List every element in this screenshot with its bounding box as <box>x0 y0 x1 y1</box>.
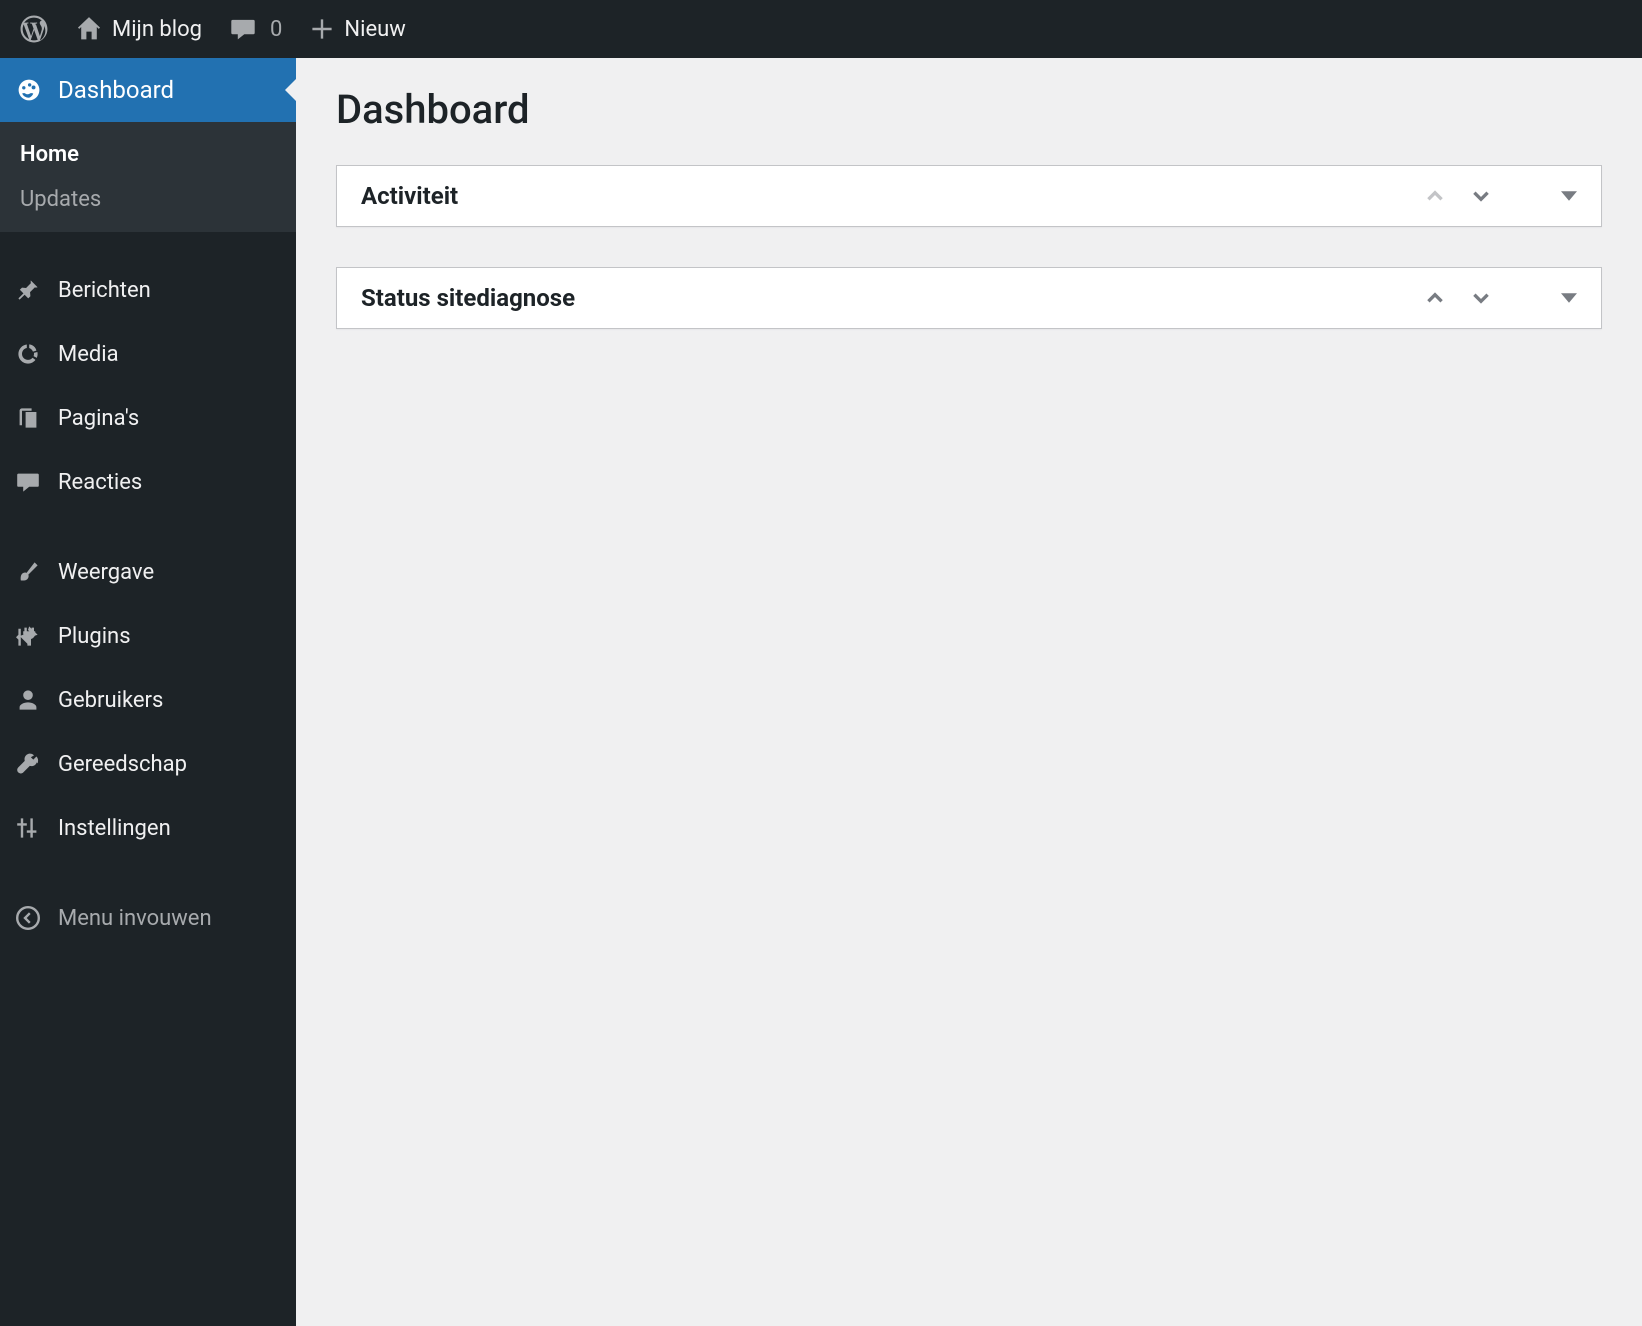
toggle-panel-button[interactable] <box>1555 284 1583 312</box>
sidebar-item-pages[interactable]: Pagina's <box>0 386 296 450</box>
move-down-button[interactable] <box>1467 284 1495 312</box>
site-name-link[interactable]: Mijn blog <box>62 0 216 58</box>
sidebar-item-posts[interactable]: Berichten <box>0 258 296 322</box>
postbox-title: Status sitediagnose <box>361 284 575 312</box>
collapse-menu-button[interactable]: Menu invouwen <box>0 886 296 950</box>
sidebar-item-users[interactable]: Gebruikers <box>0 668 296 732</box>
sidebar-item-label: Media <box>58 342 119 367</box>
postbox-title: Activiteit <box>361 182 458 210</box>
media-icon <box>16 342 52 366</box>
plus-icon <box>310 17 334 41</box>
main-content: Dashboard Activiteit Status sitediagnose <box>296 58 1642 1326</box>
sidebar-item-label: Plugins <box>58 624 131 649</box>
collapse-icon <box>16 906 52 930</box>
postbox-site-health: Status sitediagnose <box>336 267 1602 329</box>
wp-logo[interactable] <box>6 0 62 58</box>
pin-icon <box>16 278 52 302</box>
sidebar-item-plugins[interactable]: Plugins <box>0 604 296 668</box>
postbox-actions <box>1421 182 1583 210</box>
menu-separator <box>0 514 296 540</box>
sliders-icon <box>16 816 52 840</box>
comment-icon <box>230 16 256 42</box>
sidebar-item-label: Reacties <box>58 470 142 495</box>
toggle-panel-button[interactable] <box>1555 182 1583 210</box>
sidebar-item-tools[interactable]: Gereedschap <box>0 732 296 796</box>
sidebar-item-dashboard[interactable]: Dashboard <box>0 58 296 122</box>
home-icon <box>76 16 102 42</box>
admin-toolbar: Mijn blog 0 Nieuw <box>0 0 1642 58</box>
postbox-actions <box>1421 284 1583 312</box>
sidebar-item-label: Weergave <box>58 560 154 585</box>
move-up-button[interactable] <box>1421 284 1449 312</box>
plug-icon <box>16 624 52 648</box>
move-up-button <box>1421 182 1449 210</box>
new-content-label: Nieuw <box>344 17 405 42</box>
wordpress-icon <box>20 15 48 43</box>
dashboard-icon <box>16 77 52 103</box>
sidebar-item-label: Instellingen <box>58 816 171 841</box>
collapse-label: Menu invouwen <box>58 906 212 931</box>
brush-icon <box>16 560 52 584</box>
site-name: Mijn blog <box>112 17 202 42</box>
comments-link[interactable]: 0 <box>216 0 296 58</box>
comments-count: 0 <box>270 17 282 42</box>
wrench-icon <box>16 752 52 776</box>
user-icon <box>16 688 52 712</box>
admin-sidebar: Dashboard Home Updates Berichten Media P… <box>0 58 296 1326</box>
move-down-button[interactable] <box>1467 182 1495 210</box>
submenu-home[interactable]: Home <box>0 132 296 177</box>
sidebar-item-label: Pagina's <box>58 406 139 431</box>
dashboard-submenu: Home Updates <box>0 122 296 232</box>
sidebar-item-label: Dashboard <box>58 76 174 104</box>
sidebar-item-label: Gebruikers <box>58 688 163 713</box>
sidebar-item-label: Gereedschap <box>58 752 187 777</box>
menu-separator <box>0 232 296 258</box>
sidebar-item-appearance[interactable]: Weergave <box>0 540 296 604</box>
submenu-updates[interactable]: Updates <box>0 177 296 222</box>
sidebar-item-settings[interactable]: Instellingen <box>0 796 296 860</box>
page-title: Dashboard <box>336 86 1602 133</box>
sidebar-item-comments[interactable]: Reacties <box>0 450 296 514</box>
pages-icon <box>16 406 52 430</box>
postbox-header: Status sitediagnose <box>337 268 1601 328</box>
sidebar-item-label: Berichten <box>58 278 151 303</box>
menu-separator <box>0 860 296 886</box>
postbox-header: Activiteit <box>337 166 1601 226</box>
comment-icon <box>16 470 52 494</box>
postbox-activity: Activiteit <box>336 165 1602 227</box>
new-content-link[interactable]: Nieuw <box>296 0 419 58</box>
sidebar-item-media[interactable]: Media <box>0 322 296 386</box>
